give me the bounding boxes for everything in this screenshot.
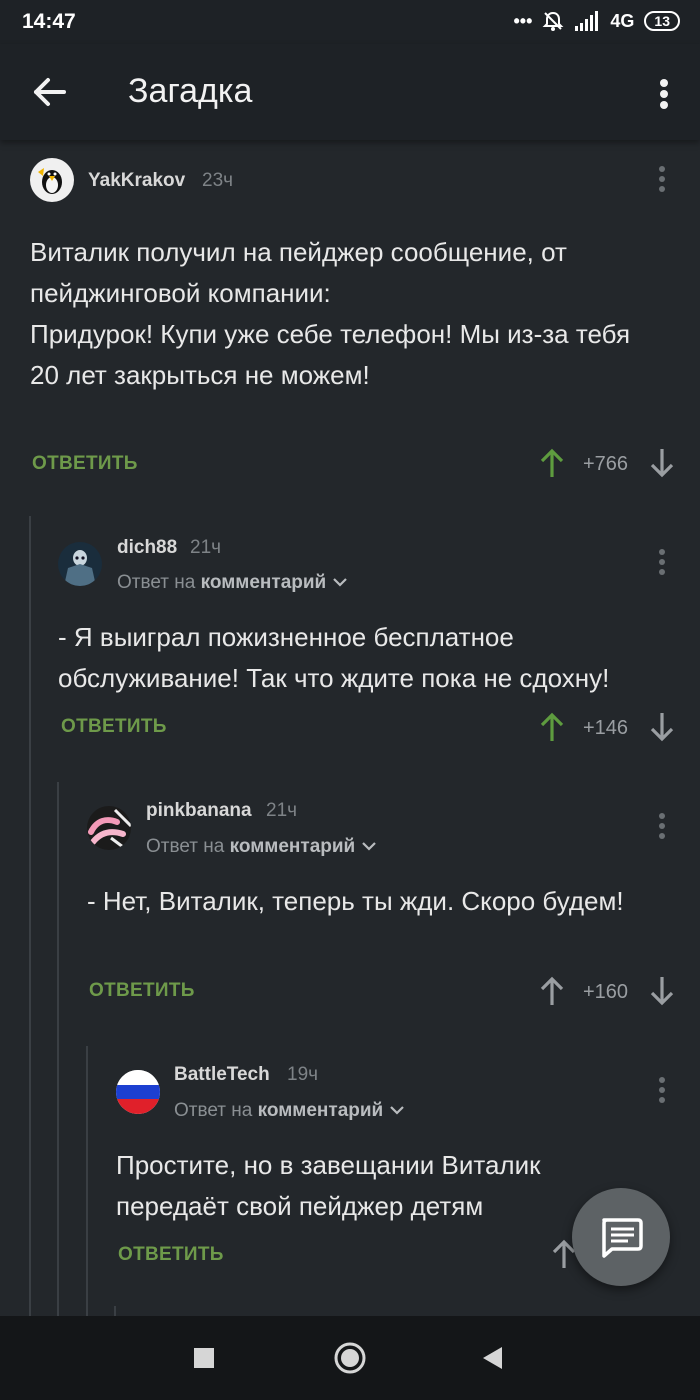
more-vert-icon[interactable] bbox=[652, 70, 676, 118]
comment-time: 23ч bbox=[202, 170, 234, 191]
author-name[interactable]: YakKrakov bbox=[88, 170, 185, 192]
comment-text: - Я выиграл пожизненное бесплатное обслу… bbox=[58, 622, 610, 693]
arrow-left-icon[interactable] bbox=[26, 68, 74, 116]
comment-time: 21ч bbox=[266, 800, 298, 821]
reply-to-link[interactable]: Ответ на комментарий bbox=[174, 1100, 405, 1122]
notification-dots: ••• bbox=[513, 10, 533, 31]
avatar[interactable] bbox=[116, 1070, 160, 1114]
score: +160 bbox=[583, 981, 629, 1003]
upvote-arrow-icon[interactable] bbox=[538, 711, 566, 743]
comment-text: Виталик получил на пейджер сообщение, от… bbox=[30, 237, 631, 390]
thread-line bbox=[114, 1306, 116, 1316]
upvote-arrow-icon[interactable] bbox=[538, 975, 566, 1007]
score: +146 bbox=[583, 717, 629, 739]
chevron-down-icon bbox=[361, 842, 376, 851]
author-name[interactable]: dich88 bbox=[117, 537, 177, 559]
downvote-arrow-icon[interactable] bbox=[648, 975, 676, 1007]
author-name[interactable]: BattleTech bbox=[174, 1064, 270, 1086]
comment-text: - Нет, Виталик, теперь ты жди. Скоро буд… bbox=[87, 886, 624, 916]
thread-line bbox=[86, 1046, 88, 1316]
reply-button[interactable]: ОТВЕТИТЬ bbox=[32, 453, 138, 475]
more-vert-icon[interactable] bbox=[652, 809, 672, 843]
comment-text: Простите, но в завещании Виталик передаё… bbox=[116, 1150, 541, 1221]
more-vert-icon[interactable] bbox=[652, 545, 672, 579]
thread-line bbox=[57, 782, 59, 1316]
comment-time: 21ч bbox=[190, 537, 222, 558]
back-triangle-icon[interactable] bbox=[474, 1338, 514, 1378]
author-name[interactable]: pinkbanana bbox=[146, 800, 252, 822]
reply-button[interactable]: ОТВЕТИТЬ bbox=[61, 716, 167, 738]
app-bar: Загадка bbox=[0, 44, 700, 140]
reply-button[interactable]: ОТВЕТИТЬ bbox=[118, 1244, 224, 1266]
battery-icon: 13 bbox=[644, 11, 680, 31]
comment-time: 19ч bbox=[287, 1064, 319, 1085]
more-vert-icon[interactable] bbox=[652, 1073, 672, 1107]
mute-icon bbox=[542, 11, 564, 31]
signal-icon bbox=[575, 11, 599, 31]
reply-to-link[interactable]: Ответ на комментарий bbox=[146, 836, 377, 858]
reply-button[interactable]: ОТВЕТИТЬ bbox=[89, 980, 195, 1002]
system-nav-bar bbox=[0, 1316, 700, 1400]
recent-apps-icon[interactable] bbox=[184, 1338, 224, 1378]
avatar[interactable] bbox=[87, 806, 131, 850]
downvote-arrow-icon[interactable] bbox=[648, 447, 676, 479]
avatar[interactable] bbox=[30, 158, 74, 202]
score: +766 bbox=[583, 453, 629, 475]
status-bar: 14:47 ••• 4G 13 bbox=[0, 0, 700, 44]
page-title: Загадка bbox=[128, 72, 253, 110]
home-icon[interactable] bbox=[330, 1338, 370, 1378]
reply-to-link[interactable]: Ответ на комментарий bbox=[117, 572, 348, 594]
thread-line bbox=[29, 516, 31, 1316]
add-comment-button[interactable] bbox=[572, 1188, 670, 1286]
downvote-arrow-icon[interactable] bbox=[648, 711, 676, 743]
network-type: 4G bbox=[610, 10, 635, 31]
upvote-arrow-icon[interactable] bbox=[538, 447, 566, 479]
more-vert-icon[interactable] bbox=[652, 162, 672, 196]
status-icons: ••• 4G 13 bbox=[513, 10, 680, 32]
chevron-down-icon bbox=[389, 1106, 404, 1115]
status-time: 14:47 bbox=[22, 10, 76, 33]
chevron-down-icon bbox=[332, 578, 347, 587]
avatar[interactable] bbox=[58, 542, 102, 586]
comment-icon bbox=[602, 1218, 643, 1258]
